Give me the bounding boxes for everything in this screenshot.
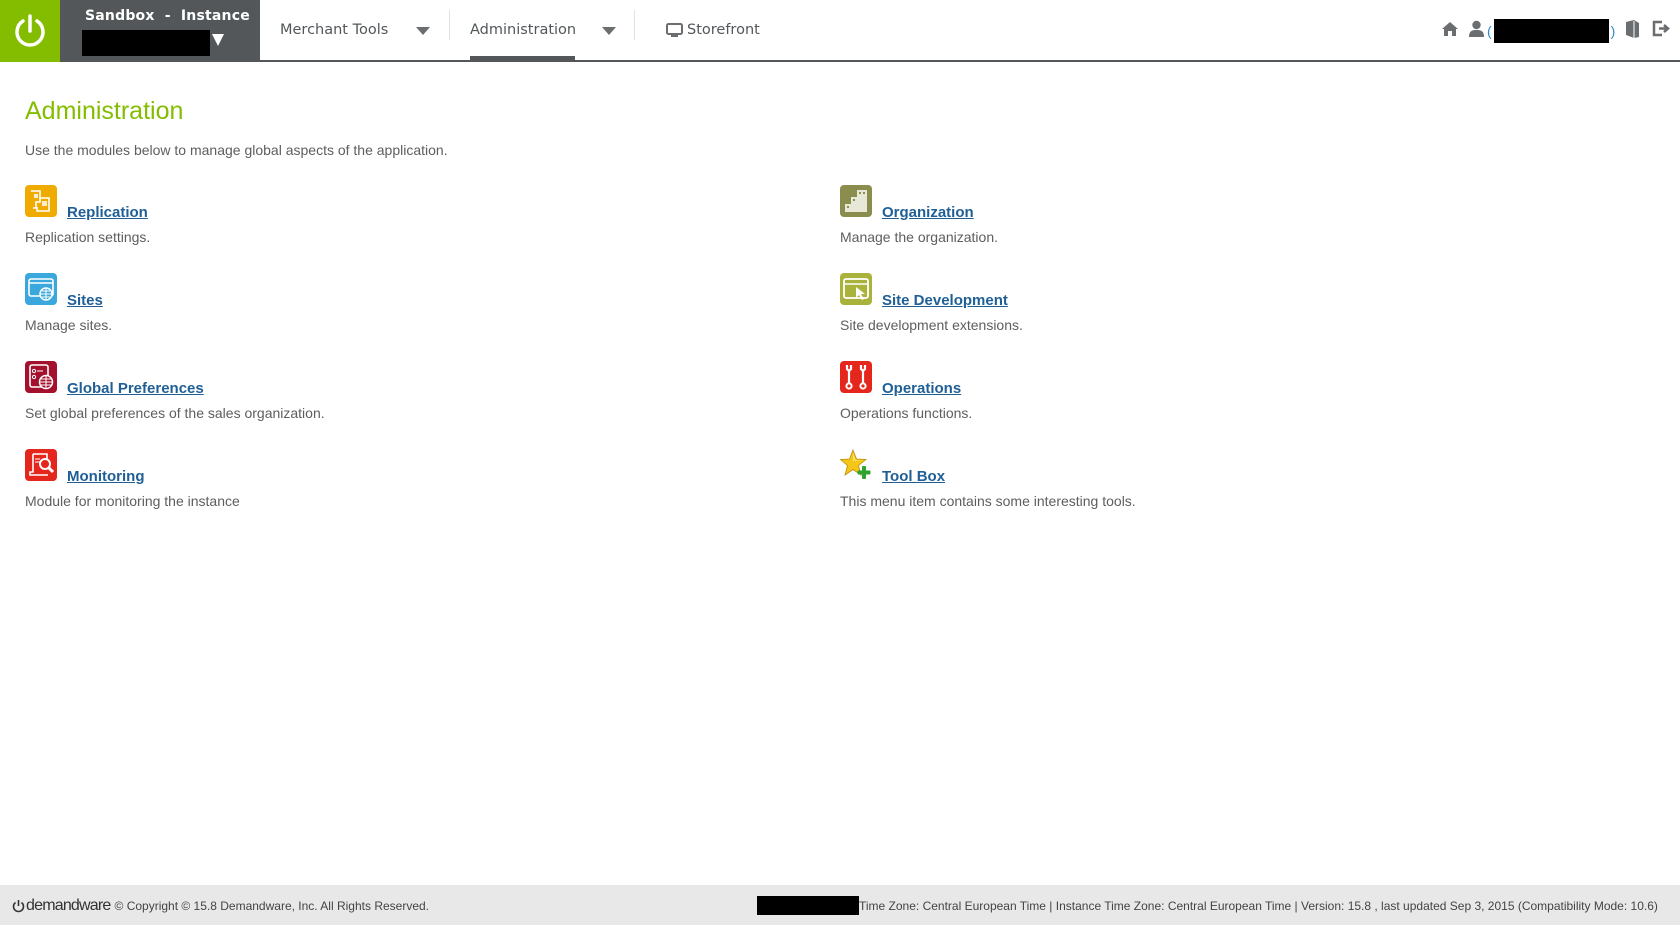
copyright-text: © Copyright © 15.8 Demandware, Inc. All … [114, 899, 430, 913]
nav-merchant-tools-label: Merchant Tools [280, 22, 389, 38]
module-operations: Operations Operations functions. [840, 361, 1540, 431]
page-title: Administration [25, 97, 184, 125]
organization-icon[interactable] [840, 185, 872, 217]
module-sites: Sites Manage sites. [25, 273, 725, 343]
logout-icon[interactable] [1652, 20, 1671, 42]
global-preferences-link[interactable]: Global Preferences [67, 380, 204, 397]
sites-link[interactable]: Sites [67, 292, 103, 309]
global-preferences-icon[interactable] [25, 361, 57, 393]
sites-description: Manage sites. [25, 317, 113, 333]
nav-administration-label: Administration [470, 22, 577, 38]
nav-administration[interactable]: Administration [470, 0, 576, 60]
module-replication: Replication Replication settings. [25, 185, 725, 255]
replication-link[interactable]: Replication [67, 204, 148, 221]
module-site-development: Site Development Site development extens… [840, 273, 1540, 343]
site-development-description: Site development extensions. [840, 317, 1023, 333]
monitoring-description: Module for monitoring the instance [25, 493, 240, 509]
page-description: Use the modules below to manage global a… [25, 142, 448, 158]
module-global-preferences: Global Preferences Set global preference… [25, 361, 725, 431]
monitoring-link[interactable]: Monitoring [67, 468, 144, 485]
tool-box-link[interactable]: Tool Box [882, 468, 945, 485]
footer-redacted [757, 896, 859, 915]
global-preferences-description: Set global preferences of the sales orga… [25, 405, 325, 421]
nav-divider [634, 10, 635, 40]
organization-description: Manage the organization. [840, 229, 998, 245]
sites-icon[interactable] [25, 273, 57, 305]
module-tool-box: Tool Box This menu item contains some in… [840, 449, 1540, 519]
monitoring-icon[interactable] [25, 449, 57, 481]
footer-status: Time Zone: Central European Time | Insta… [757, 896, 1658, 915]
merchant-tools-caret-icon[interactable] [416, 27, 430, 35]
site-development-link[interactable]: Site Development [882, 292, 1008, 309]
replication-description: Replication settings. [25, 229, 151, 245]
footer-copyright: demandware © Copyright © 15.8 Demandware… [12, 897, 429, 915]
user-open-paren: ( [1487, 23, 1492, 39]
header-utilities: ( ) [1441, 18, 1671, 44]
top-header: Sandbox - Instance Merchant Tools Admini… [0, 0, 1680, 62]
tool-box-description: This menu item contains some interesting… [840, 493, 1136, 509]
caret-down-icon[interactable] [212, 34, 224, 46]
username-redacted[interactable] [1493, 19, 1609, 43]
nav-divider [449, 10, 450, 40]
nav-merchant-tools[interactable]: Merchant Tools [280, 0, 388, 60]
operations-description: Operations functions. [840, 405, 973, 421]
footer-status-text: Time Zone: Central European Time | Insta… [859, 898, 1658, 913]
footer-logo-text: demandware [26, 897, 111, 914]
instance-selector[interactable]: Sandbox - Instance [60, 0, 260, 62]
site-selector-redacted[interactable] [82, 30, 210, 56]
demandware-logo: demandware [12, 897, 111, 915]
instance-title: Sandbox - Instance [85, 8, 250, 24]
replication-icon[interactable] [25, 185, 57, 217]
toolbox-star-icon[interactable] [840, 449, 872, 481]
module-monitoring: Monitoring Module for monitoring the ins… [25, 449, 725, 519]
user-close-paren: ) [1610, 23, 1616, 39]
administration-caret-icon[interactable] [602, 27, 616, 35]
nav-storefront[interactable]: Storefront [666, 0, 760, 60]
monitor-icon [666, 22, 683, 37]
book-icon[interactable] [1624, 19, 1641, 43]
operations-icon[interactable] [840, 361, 872, 393]
active-tab-indicator [470, 56, 575, 60]
power-icon [12, 900, 25, 913]
footer: demandware © Copyright © 15.8 Demandware… [0, 885, 1680, 925]
user-icon[interactable] [1468, 20, 1485, 42]
module-organization: Organization Manage the organization. [840, 185, 1540, 255]
operations-link[interactable]: Operations [882, 380, 961, 397]
home-icon[interactable] [1441, 21, 1459, 42]
site-development-icon[interactable] [840, 273, 872, 305]
organization-link[interactable]: Organization [882, 204, 974, 221]
home-logo-button[interactable] [0, 0, 60, 62]
power-icon [15, 14, 45, 47]
nav-storefront-label: Storefront [687, 22, 760, 38]
